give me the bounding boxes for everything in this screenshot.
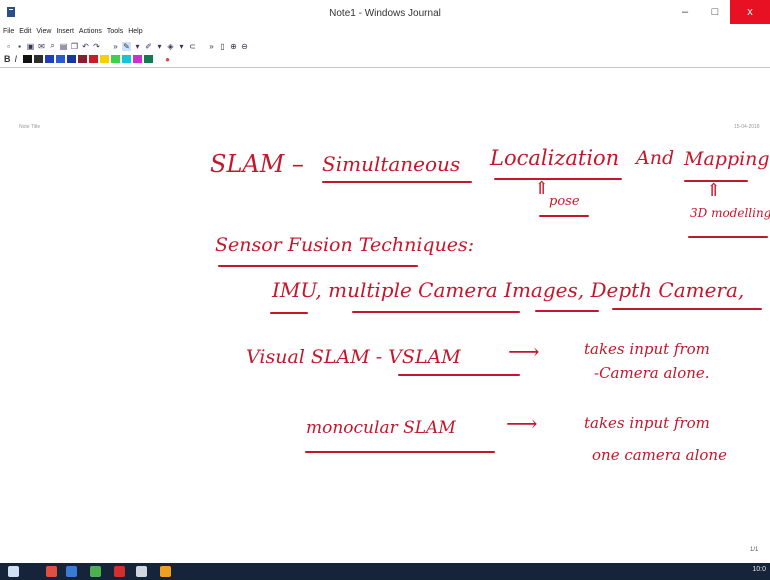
menu-actions[interactable]: Actions	[79, 28, 102, 40]
underline-sensor-fusion	[218, 265, 418, 267]
arrow-vslam: ⟶	[508, 340, 540, 365]
windows-taskbar: 10:0	[0, 563, 770, 580]
ink-3d-modelling: 3D modelling	[690, 206, 770, 220]
underline-images	[535, 310, 599, 312]
note-title-label: Note Title	[19, 124, 41, 130]
pen-color-swatch-4[interactable]	[67, 55, 77, 63]
ink-slam: SLAM –	[210, 150, 304, 178]
ink-localization: Localization	[490, 146, 620, 170]
note-date: 15-04-2018	[734, 124, 760, 130]
print-icon[interactable]: ▤	[59, 42, 68, 51]
ink-simultaneous: Simultaneous	[322, 152, 461, 176]
pen-dropdown-icon[interactable]: ▾	[133, 42, 142, 51]
find-icon[interactable]: ⌕	[48, 41, 57, 51]
toolbar-overflow-2-icon[interactable]: »	[207, 42, 216, 51]
ink-mapping: Mapping	[684, 148, 770, 170]
title-bar: Note1 - Windows Journal – □ x	[0, 0, 770, 28]
format-toolbar: B I ●	[0, 53, 770, 65]
menu-insert[interactable]: Insert	[56, 28, 74, 40]
ink-camera-alone: -Camera alone.	[594, 364, 710, 382]
taskbar-app-4-icon[interactable]	[114, 566, 125, 577]
underline-simultaneous	[322, 181, 472, 183]
menu-help[interactable]: Help	[128, 28, 142, 40]
pen-color-swatch-8[interactable]	[111, 55, 121, 63]
pen-color-swatch-10[interactable]	[133, 55, 143, 63]
pen-color-swatch-3[interactable]	[56, 55, 66, 63]
italic-button[interactable]: I	[15, 54, 18, 64]
window-title: Note1 - Windows Journal	[329, 8, 441, 19]
underline-depth-camera	[612, 308, 762, 310]
ink-pose: pose	[549, 194, 580, 209]
pen-color-swatch-11[interactable]	[144, 55, 154, 63]
undo-icon[interactable]: ↶	[81, 42, 90, 51]
ink-sensor-fusion: Sensor Fusion Techniques:	[215, 234, 475, 256]
journal-page[interactable]	[0, 68, 770, 563]
pen-color-swatch-0[interactable]	[23, 55, 33, 63]
underline-multiple-camera	[352, 311, 520, 313]
menu-file[interactable]: File	[3, 28, 14, 40]
ink-takes-input-2: takes input from	[584, 414, 710, 432]
menu-bar: File Edit View Insert Actions Tools Help	[0, 28, 770, 40]
pen-color-swatch-2[interactable]	[45, 55, 55, 63]
ink-sensor-list: IMU, multiple Camera Images, Depth Camer…	[272, 278, 745, 302]
ink-and: And	[636, 147, 675, 169]
minimize-button[interactable]: –	[670, 0, 700, 24]
pen-color-swatch-7[interactable]	[100, 55, 110, 63]
save-icon[interactable]: ▣	[26, 42, 35, 51]
bold-button[interactable]: B	[4, 54, 11, 64]
taskbar-app-2-icon[interactable]	[66, 566, 77, 577]
page-number: 1/1	[750, 547, 759, 553]
email-icon[interactable]: ✉	[37, 42, 46, 51]
highlighter-icon[interactable]: ✐	[144, 42, 153, 51]
eraser-dropdown-icon[interactable]: ▾	[177, 42, 186, 51]
new-note-icon[interactable]: ▫	[4, 42, 13, 51]
more-colors-icon[interactable]: ●	[163, 55, 172, 64]
redo-icon[interactable]: ↷	[92, 42, 101, 51]
highlighter-dropdown-icon[interactable]: ▾	[155, 42, 164, 51]
pen-color-swatch-1[interactable]	[34, 55, 44, 63]
eraser-icon[interactable]: ◈	[166, 42, 175, 51]
ink-visual-slam: Visual SLAM - VSLAM	[246, 346, 461, 368]
underline-3d	[688, 236, 768, 238]
pen-color-palette	[23, 55, 155, 63]
pen-icon[interactable]: ✎	[122, 41, 131, 51]
taskbar-app-6-icon[interactable]	[160, 566, 171, 577]
zoom-out-icon[interactable]: ⊖	[240, 42, 249, 51]
arrow-3d: ⇑	[706, 180, 722, 201]
underline-pose	[539, 215, 589, 217]
open-icon[interactable]: ▪	[15, 42, 24, 51]
taskbar-app-5-icon[interactable]	[136, 566, 147, 577]
pen-color-swatch-6[interactable]	[89, 55, 99, 63]
ink-one-camera: one camera alone	[592, 446, 727, 464]
menu-edit[interactable]: Edit	[19, 28, 31, 40]
page-view-icon[interactable]: ▯	[218, 42, 227, 51]
ink-takes-input-1: takes input from	[584, 340, 710, 358]
underline-monocular	[305, 451, 495, 453]
zoom-in-icon[interactable]: ⊕	[229, 42, 238, 51]
underline-localization	[494, 178, 622, 180]
toolbar-overflow-icon[interactable]: »	[111, 42, 120, 51]
lasso-select-icon[interactable]: ⊂	[188, 42, 197, 51]
arrow-pose: ⇑	[534, 178, 550, 199]
copy-icon[interactable]: ❐	[70, 42, 79, 51]
maximize-button[interactable]: □	[700, 0, 730, 24]
menu-tools[interactable]: Tools	[107, 28, 123, 40]
standard-toolbar: ▫ ▪ ▣ ✉ ⌕ ▤ ❐ ↶ ↷ » ✎ ▾ ✐ ▾ ◈ ▾ ⊂ » ▯ ⊕ …	[0, 40, 770, 52]
pen-color-swatch-9[interactable]	[122, 55, 132, 63]
underline-vslam	[398, 374, 520, 376]
ink-monocular-slam: monocular SLAM	[306, 418, 456, 438]
taskbar-app-1-icon[interactable]	[46, 566, 57, 577]
system-tray-clock[interactable]: 10:0	[752, 566, 766, 573]
close-button[interactable]: x	[730, 0, 770, 24]
underline-imu	[270, 312, 308, 314]
pen-color-swatch-5[interactable]	[78, 55, 88, 63]
taskbar-app-3-icon[interactable]	[90, 566, 101, 577]
start-windows-icon[interactable]	[8, 566, 19, 577]
arrow-monocular: ⟶	[506, 412, 538, 437]
menu-view[interactable]: View	[36, 28, 51, 40]
